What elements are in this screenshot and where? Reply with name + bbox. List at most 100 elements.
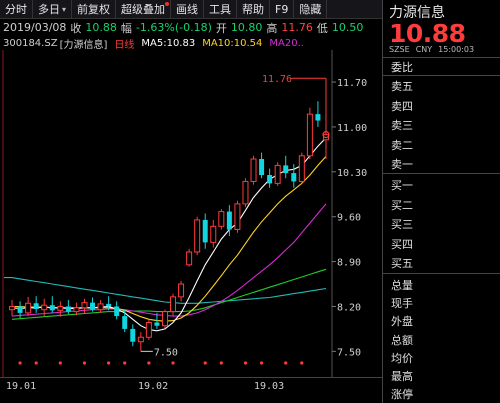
toolbar-button-label: 帮助: [242, 2, 265, 16]
candle-body: [122, 316, 128, 329]
candle-body: [41, 304, 48, 311]
toolbar-button-label: 超级叠加: [121, 2, 166, 16]
ma5-value: MA5:10.83: [141, 37, 196, 49]
candle-body: [137, 336, 144, 343]
stock-name-legend: [力源信息]: [59, 39, 108, 51]
y-tick-label: 8.90: [337, 258, 361, 269]
signal-dot: [18, 361, 22, 365]
low-value: 10.50: [331, 21, 364, 34]
bid-level-label: 买二: [391, 198, 413, 212]
panel-meta: SZSE CNY 15:00:03: [389, 45, 500, 54]
candle-body: [259, 159, 265, 176]
candle-body: [106, 303, 112, 307]
notification-dot-icon: [165, 1, 170, 6]
currency-label: CNY: [415, 45, 433, 54]
stat-label: 外盘: [391, 315, 413, 329]
toolbar: 分时 多日 ▾ 前复权 超级叠加 画线 工具 帮助 F9 隐藏: [0, 0, 382, 19]
signal-dot: [123, 361, 127, 365]
signal-dot: [147, 361, 151, 365]
y-tick-label: 7.50: [337, 347, 361, 358]
candle-body: [161, 311, 168, 327]
toolbar-button[interactable]: F9: [270, 0, 295, 19]
date-axis: 19.01 19.02 19.03: [0, 377, 382, 403]
toolbar-button[interactable]: 前复权: [72, 0, 117, 19]
ma10-value: MA10:10.54: [202, 37, 263, 49]
divider: [383, 57, 500, 58]
toolbar-button-label: 画线: [176, 2, 199, 16]
candle-body: [90, 302, 96, 310]
kline-chart[interactable]: 11.70 11.00 10.30 9.60 8.90 8.20 7.50 11.76 7.50: [0, 50, 382, 377]
stat-label: 总量: [391, 279, 413, 292]
divider: [383, 173, 500, 174]
kline-chart-svg[interactable]: 11.70 11.00 10.30 9.60 8.90 8.20 7.50 11.76 7.50: [0, 50, 382, 377]
toolbar-button[interactable]: 分时: [0, 0, 33, 19]
candle-body: [9, 305, 16, 311]
candle-body: [242, 180, 249, 205]
y-tick-label: 11.00: [337, 123, 367, 134]
chevron-down-icon: ▾: [62, 4, 67, 14]
bid-level-label: 买四: [391, 237, 413, 251]
candle-body: [25, 302, 32, 314]
high-label: 高: [266, 21, 278, 35]
close-label: 收: [70, 21, 82, 35]
toolbar-button[interactable]: 工具: [204, 0, 238, 19]
stat-label: 总额: [391, 333, 413, 347]
date-tick: 19.03: [254, 381, 285, 392]
bid-level-label: 买三: [391, 218, 413, 232]
candle-body: [218, 211, 225, 227]
exchange-label: SZSE: [389, 45, 410, 54]
toolbar-button[interactable]: 隐藏: [294, 0, 328, 19]
signal-dot: [203, 361, 207, 365]
panel-stock-price: 10.88: [389, 19, 466, 48]
candle-body: [210, 225, 217, 243]
toolbar-button[interactable]: 帮助: [237, 0, 271, 19]
ask-level-label: 卖五: [391, 80, 413, 93]
low-marker-label: 7.50: [154, 347, 178, 358]
toolbar-button[interactable]: 画线: [171, 0, 205, 19]
candle-body: [49, 305, 55, 311]
candle-body: [97, 303, 104, 311]
low-label: 低: [316, 21, 328, 35]
signal-dot: [171, 361, 175, 365]
candle-body: [315, 114, 321, 121]
toolbar-button-label: 工具: [209, 2, 232, 16]
toolbar-button-label: 隐藏: [299, 2, 322, 16]
y-tick-label: 8.20: [337, 302, 361, 313]
ask-level-label: 卖二: [391, 138, 413, 152]
signal-dot: [300, 361, 304, 365]
candle-body: [202, 219, 208, 243]
toolbar-button-label: 分时: [5, 2, 27, 16]
signal-dot: [259, 361, 264, 365]
date-tick: 19.02: [138, 381, 169, 392]
quote-date: 2019/03/08: [3, 21, 67, 34]
ask-level-label: 卖一: [391, 158, 413, 172]
candle-body: [170, 296, 177, 313]
candle-body: [226, 211, 232, 230]
toolbar-button[interactable]: 超级叠加: [116, 0, 172, 19]
stat-label: 均价: [391, 351, 413, 365]
high-value: 11.76: [281, 21, 313, 34]
signal-dot: [58, 361, 62, 365]
quote-panel: 力源信息 10.88 SZSE CNY 15:00:03 委比 卖五 卖四 卖三 卖二卖…: [382, 0, 500, 403]
candle-body: [306, 113, 313, 157]
bid-level-label: 买五: [391, 257, 413, 271]
candle-body: [234, 203, 241, 231]
signal-dot: [284, 361, 288, 365]
toolbar-button[interactable]: 多日 ▾: [33, 0, 73, 19]
candle-body: [57, 305, 64, 311]
stat-label: 最高: [391, 370, 413, 383]
candle-body: [65, 306, 71, 312]
candle-body: [145, 322, 152, 338]
period-label[interactable]: 日线: [114, 36, 134, 51]
candle-body: [274, 164, 281, 184]
ask-level-label: 卖四: [391, 99, 413, 113]
y-tick-label: 11.70: [337, 78, 367, 89]
ask-level-label: 卖三: [391, 119, 413, 133]
signal-dot: [219, 361, 223, 365]
change-value: -1.63%(-0.18): [135, 21, 212, 34]
divider: [383, 273, 500, 274]
divider: [383, 75, 500, 76]
candle-body: [250, 158, 257, 182]
ma20-line: [11, 203, 327, 317]
toolbar-button-label: 前复权: [77, 2, 111, 16]
